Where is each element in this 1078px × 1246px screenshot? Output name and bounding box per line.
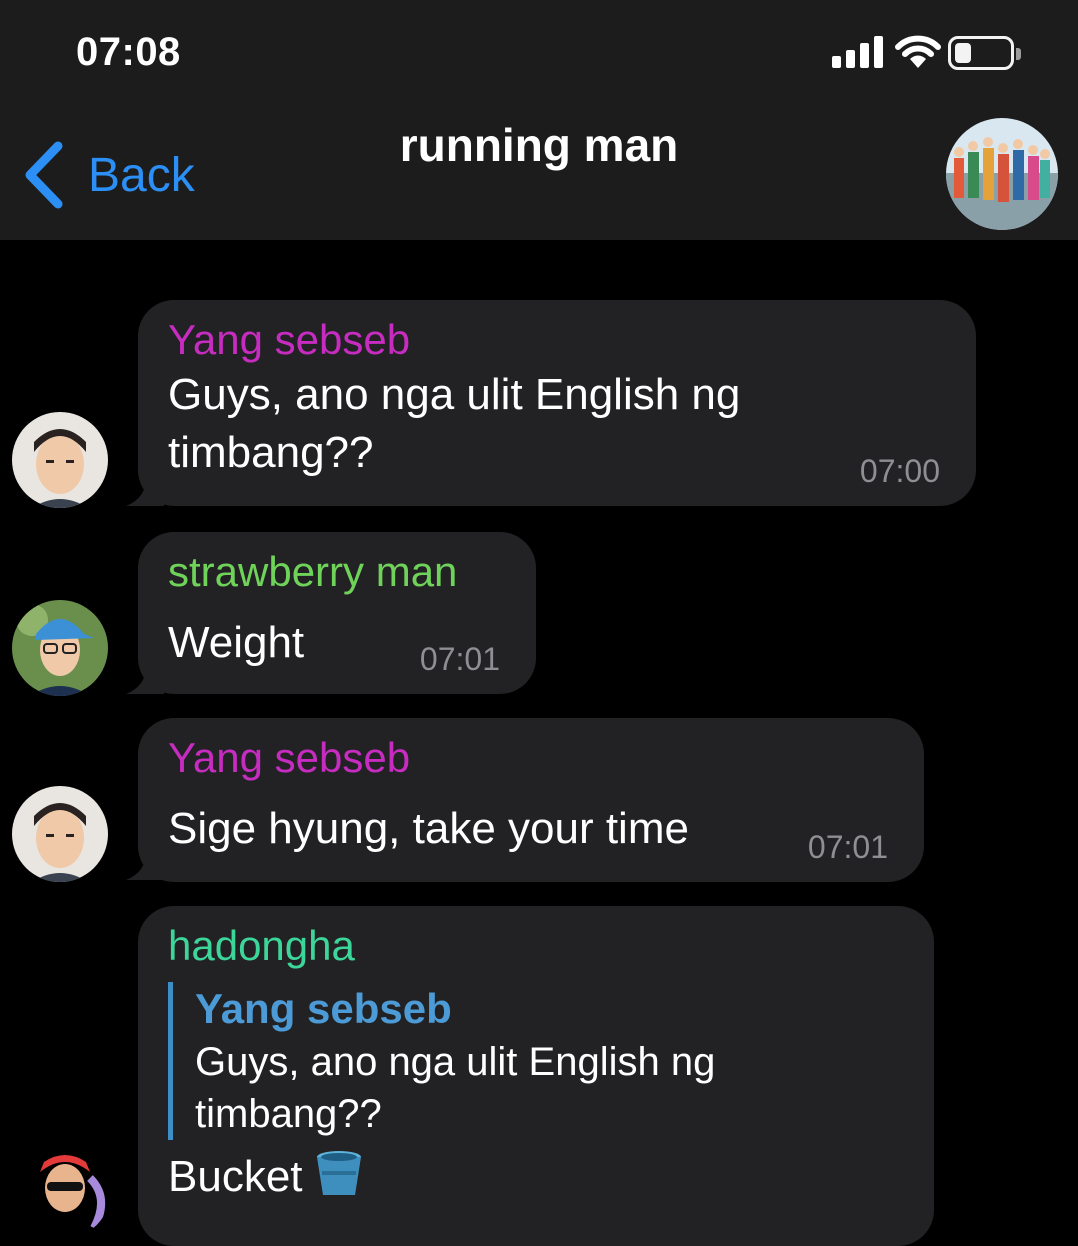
avatar[interactable] xyxy=(20,1148,110,1238)
message-bubble[interactable]: Yang sebseb Sige hyung, take your time 0… xyxy=(138,718,924,882)
wifi-icon xyxy=(895,35,941,68)
reply-sender: Yang sebseb xyxy=(195,985,452,1032)
message-time: 07:01 xyxy=(419,641,500,677)
reply-text: Guys, ano nga ulit English ng timbang?? xyxy=(195,1040,716,1136)
group-avatar[interactable] xyxy=(946,118,1058,230)
message-bubble[interactable]: hadongha Yang sebseb Guys, ano nga ulit … xyxy=(138,906,934,1246)
navigation-header: 07:08 Back running man xyxy=(0,0,1078,240)
avatar[interactable] xyxy=(12,600,108,696)
cellular-signal-icon xyxy=(832,36,884,68)
message-text: Guys, ano nga ulit English ng timbang?? xyxy=(168,370,741,477)
sender-name[interactable]: hadongha xyxy=(168,920,904,972)
sender-name[interactable]: strawberry man xyxy=(168,546,506,598)
chat-title[interactable]: running man xyxy=(0,118,1078,172)
message-bubble[interactable]: strawberry man Weight 07:01 xyxy=(138,532,536,694)
message-text: Bucket xyxy=(168,1148,904,1206)
battery-icon xyxy=(948,36,1021,70)
avatar[interactable] xyxy=(12,412,108,508)
sender-name[interactable]: Yang sebseb xyxy=(168,732,894,784)
message-text: Sige hyung, take your time xyxy=(168,804,689,853)
sender-name[interactable]: Yang sebseb xyxy=(168,314,946,366)
status-time: 07:08 xyxy=(76,30,181,74)
bucket-emoji-icon xyxy=(316,1151,361,1195)
message-bubble[interactable]: Yang sebseb Guys, ano nga ulit English n… xyxy=(138,300,976,506)
message-time: 07:01 xyxy=(807,829,888,865)
avatar[interactable] xyxy=(12,786,108,882)
message-time: 07:00 xyxy=(859,453,940,489)
reply-quote[interactable]: Yang sebseb Guys, ano nga ulit English n… xyxy=(168,982,904,1140)
